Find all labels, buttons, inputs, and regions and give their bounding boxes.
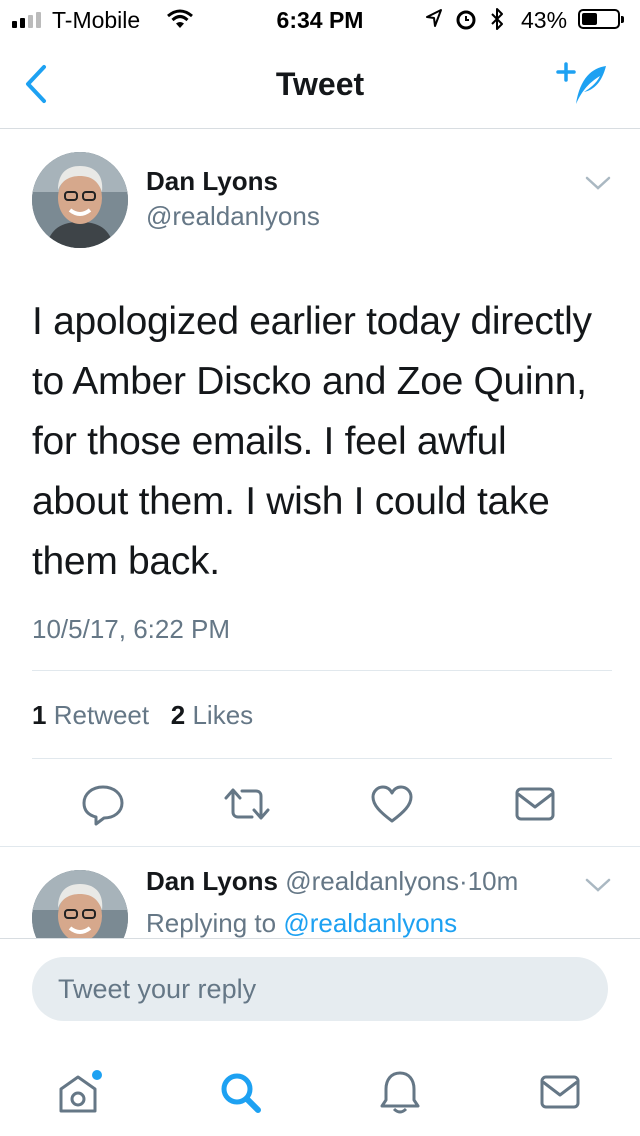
likes-stat[interactable]: 2 Likes	[171, 700, 253, 730]
replying-to: Replying to @realdanlyons	[146, 908, 457, 939]
nav-bar: Tweet	[0, 40, 640, 129]
reply-author-name[interactable]: Dan Lyons	[146, 866, 278, 896]
tab-bar	[0, 1040, 640, 1136]
page-title: Tweet	[275, 66, 365, 102]
compose-tweet-icon[interactable]	[556, 60, 612, 115]
chevron-down-icon[interactable]	[584, 174, 612, 197]
avatar[interactable]	[32, 152, 128, 248]
chevron-down-icon[interactable]	[584, 876, 612, 899]
battery-percent: 43%	[521, 7, 568, 33]
replying-to-link[interactable]: @realdanlyons	[283, 908, 457, 938]
tweet-text: I apologized earlier today directly to A…	[32, 300, 592, 583]
section-separator	[0, 846, 640, 867]
bluetooth-icon	[491, 8, 503, 30]
like-count: 2	[170, 700, 186, 730]
reply-author-handle[interactable]: @realdanlyons	[285, 866, 459, 896]
like-label: Likes	[192, 700, 254, 730]
reply-bar	[0, 938, 640, 1039]
divider	[32, 758, 612, 759]
retweet-icon[interactable]	[222, 786, 272, 827]
tweet-stats: 1 Retweet 2 Likes	[32, 700, 253, 731]
replying-prefix: Replying to	[146, 908, 277, 938]
home-icon[interactable]	[48, 1062, 108, 1122]
reply-dot-separator: ·	[459, 866, 468, 896]
status-icons	[425, 7, 505, 31]
alarm-icon	[456, 10, 476, 30]
messages-icon[interactable]	[530, 1062, 590, 1122]
search-icon[interactable]	[210, 1062, 270, 1122]
retweets-stat[interactable]: 1 Retweet	[32, 700, 149, 730]
author-name[interactable]: Dan Lyons	[146, 166, 278, 197]
author-handle[interactable]: @realdanlyons	[146, 201, 320, 232]
reply-input[interactable]	[32, 957, 608, 1021]
battery-level	[582, 13, 597, 25]
reply-age: 10m	[467, 866, 519, 896]
like-icon[interactable]	[370, 784, 414, 829]
divider	[32, 670, 612, 671]
direct-message-icon[interactable]	[514, 786, 556, 827]
notifications-icon[interactable]	[370, 1062, 430, 1122]
retweet-label: Retweet	[53, 700, 150, 730]
reply-header: Dan Lyons @realdanlyons·10m	[146, 866, 518, 897]
tweet-timestamp: 10/5/17, 6:22 PM	[32, 614, 231, 644]
reply-icon[interactable]	[80, 784, 126, 831]
battery-icon	[578, 9, 624, 29]
location-icon	[426, 9, 442, 27]
retweet-count: 1	[32, 700, 47, 730]
tweet-actions	[0, 780, 640, 826]
status-bar: T-Mobile 6:34 PM 43%	[0, 0, 640, 40]
